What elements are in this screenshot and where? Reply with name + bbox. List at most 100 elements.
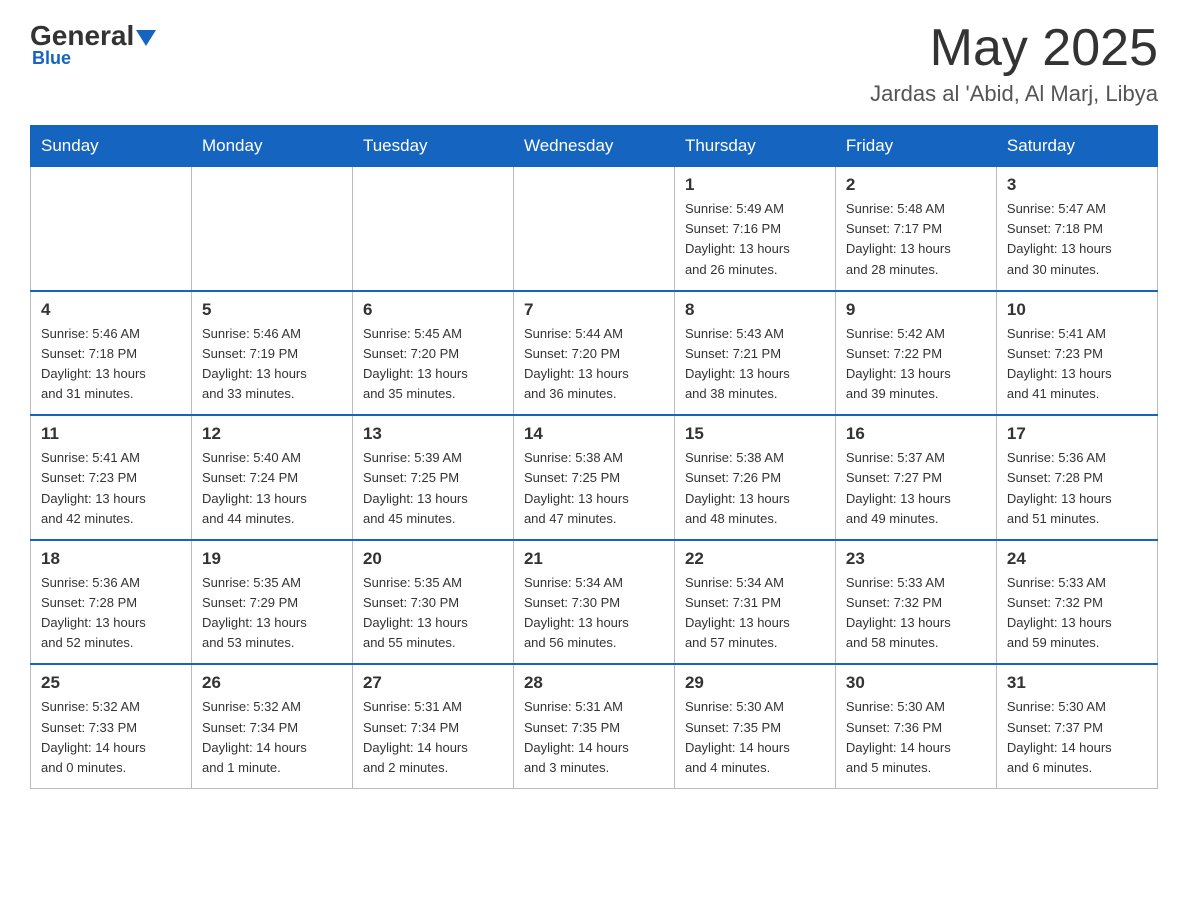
day-info: Sunrise: 5:36 AM Sunset: 7:28 PM Dayligh… [1007, 448, 1147, 529]
calendar-cell: 20 Sunrise: 5:35 AM Sunset: 7:30 PM Dayli… [352, 540, 513, 665]
calendar-cell: 25 Sunrise: 5:32 AM Sunset: 7:33 PM Dayli… [31, 664, 192, 788]
month-title: May 2025 [870, 20, 1158, 77]
day-info: Sunrise: 5:32 AM Sunset: 7:33 PM Dayligh… [41, 697, 181, 778]
day-number: 29 [685, 673, 825, 693]
day-number: 21 [524, 549, 664, 569]
day-info: Sunrise: 5:41 AM Sunset: 7:23 PM Dayligh… [1007, 324, 1147, 405]
calendar-cell [191, 167, 352, 291]
calendar-cell: 27 Sunrise: 5:31 AM Sunset: 7:34 PM Dayli… [352, 664, 513, 788]
day-info: Sunrise: 5:38 AM Sunset: 7:25 PM Dayligh… [524, 448, 664, 529]
calendar-header-row: Sunday Monday Tuesday Wednesday Thursday… [31, 126, 1158, 167]
day-number: 27 [363, 673, 503, 693]
day-info: Sunrise: 5:32 AM Sunset: 7:34 PM Dayligh… [202, 697, 342, 778]
day-info: Sunrise: 5:30 AM Sunset: 7:37 PM Dayligh… [1007, 697, 1147, 778]
day-number: 19 [202, 549, 342, 569]
col-wednesday: Wednesday [513, 126, 674, 167]
calendar-cell: 4 Sunrise: 5:46 AM Sunset: 7:18 PM Daylig… [31, 291, 192, 416]
calendar-cell: 30Sunrise: 5:30 AM Sunset: 7:36 PM Dayli… [835, 664, 996, 788]
calendar-cell: 12 Sunrise: 5:40 AM Sunset: 7:24 PM Dayli… [191, 415, 352, 540]
calendar-week-row: 4 Sunrise: 5:46 AM Sunset: 7:18 PM Daylig… [31, 291, 1158, 416]
day-number: 10 [1007, 300, 1147, 320]
calendar-week-row: 25 Sunrise: 5:32 AM Sunset: 7:33 PM Dayli… [31, 664, 1158, 788]
day-info: Sunrise: 5:45 AM Sunset: 7:20 PM Dayligh… [363, 324, 503, 405]
day-number: 5 [202, 300, 342, 320]
col-thursday: Thursday [674, 126, 835, 167]
location-title: Jardas al 'Abid, Al Marj, Libya [870, 81, 1158, 107]
day-number: 16 [846, 424, 986, 444]
calendar-cell: 21 Sunrise: 5:34 AM Sunset: 7:30 PM Dayli… [513, 540, 674, 665]
day-info: Sunrise: 5:39 AM Sunset: 7:25 PM Dayligh… [363, 448, 503, 529]
day-info: Sunrise: 5:49 AM Sunset: 7:16 PM Dayligh… [685, 199, 825, 280]
calendar-week-row: 1 Sunrise: 5:49 AM Sunset: 7:16 PM Daylig… [31, 167, 1158, 291]
day-info: Sunrise: 5:41 AM Sunset: 7:23 PM Dayligh… [41, 448, 181, 529]
day-number: 18 [41, 549, 181, 569]
day-number: 4 [41, 300, 181, 320]
calendar-table: Sunday Monday Tuesday Wednesday Thursday… [30, 125, 1158, 789]
logo-arrow-icon [136, 30, 156, 46]
calendar-cell: 31Sunrise: 5:30 AM Sunset: 7:37 PM Dayli… [996, 664, 1157, 788]
col-monday: Monday [191, 126, 352, 167]
day-info: Sunrise: 5:35 AM Sunset: 7:30 PM Dayligh… [363, 573, 503, 654]
calendar-cell: 22Sunrise: 5:34 AM Sunset: 7:31 PM Dayli… [674, 540, 835, 665]
day-number: 23 [846, 549, 986, 569]
logo: General Blue [30, 20, 156, 69]
calendar-cell: 16Sunrise: 5:37 AM Sunset: 7:27 PM Dayli… [835, 415, 996, 540]
day-number: 9 [846, 300, 986, 320]
logo-blue-text: Blue [32, 48, 156, 69]
day-number: 8 [685, 300, 825, 320]
day-info: Sunrise: 5:43 AM Sunset: 7:21 PM Dayligh… [685, 324, 825, 405]
calendar-cell: 11 Sunrise: 5:41 AM Sunset: 7:23 PM Dayli… [31, 415, 192, 540]
day-info: Sunrise: 5:31 AM Sunset: 7:35 PM Dayligh… [524, 697, 664, 778]
col-sunday: Sunday [31, 126, 192, 167]
calendar-cell: 26 Sunrise: 5:32 AM Sunset: 7:34 PM Dayli… [191, 664, 352, 788]
day-number: 11 [41, 424, 181, 444]
day-info: Sunrise: 5:44 AM Sunset: 7:20 PM Dayligh… [524, 324, 664, 405]
day-number: 25 [41, 673, 181, 693]
day-number: 12 [202, 424, 342, 444]
day-info: Sunrise: 5:46 AM Sunset: 7:18 PM Dayligh… [41, 324, 181, 405]
day-info: Sunrise: 5:31 AM Sunset: 7:34 PM Dayligh… [363, 697, 503, 778]
page-header: General Blue May 2025 Jardas al 'Abid, A… [30, 20, 1158, 107]
calendar-cell: 9Sunrise: 5:42 AM Sunset: 7:22 PM Daylig… [835, 291, 996, 416]
day-number: 17 [1007, 424, 1147, 444]
calendar-cell [31, 167, 192, 291]
calendar-cell: 24Sunrise: 5:33 AM Sunset: 7:32 PM Dayli… [996, 540, 1157, 665]
calendar-cell: 17 Sunrise: 5:36 AM Sunset: 7:28 PM Dayli… [996, 415, 1157, 540]
day-number: 15 [685, 424, 825, 444]
calendar-cell: 14Sunrise: 5:38 AM Sunset: 7:25 PM Dayli… [513, 415, 674, 540]
col-tuesday: Tuesday [352, 126, 513, 167]
day-info: Sunrise: 5:33 AM Sunset: 7:32 PM Dayligh… [1007, 573, 1147, 654]
calendar-cell: 23 Sunrise: 5:33 AM Sunset: 7:32 PM Dayli… [835, 540, 996, 665]
day-number: 6 [363, 300, 503, 320]
col-saturday: Saturday [996, 126, 1157, 167]
day-info: Sunrise: 5:48 AM Sunset: 7:17 PM Dayligh… [846, 199, 986, 280]
calendar-cell: 19Sunrise: 5:35 AM Sunset: 7:29 PM Dayli… [191, 540, 352, 665]
day-number: 13 [363, 424, 503, 444]
day-info: Sunrise: 5:30 AM Sunset: 7:35 PM Dayligh… [685, 697, 825, 778]
day-info: Sunrise: 5:40 AM Sunset: 7:24 PM Dayligh… [202, 448, 342, 529]
calendar-cell [513, 167, 674, 291]
day-number: 7 [524, 300, 664, 320]
calendar-cell: 1 Sunrise: 5:49 AM Sunset: 7:16 PM Daylig… [674, 167, 835, 291]
day-number: 20 [363, 549, 503, 569]
calendar-cell [352, 167, 513, 291]
calendar-cell: 18Sunrise: 5:36 AM Sunset: 7:28 PM Dayli… [31, 540, 192, 665]
calendar-cell: 7 Sunrise: 5:44 AM Sunset: 7:20 PM Daylig… [513, 291, 674, 416]
day-info: Sunrise: 5:33 AM Sunset: 7:32 PM Dayligh… [846, 573, 986, 654]
day-info: Sunrise: 5:47 AM Sunset: 7:18 PM Dayligh… [1007, 199, 1147, 280]
day-info: Sunrise: 5:38 AM Sunset: 7:26 PM Dayligh… [685, 448, 825, 529]
calendar-week-row: 11 Sunrise: 5:41 AM Sunset: 7:23 PM Dayli… [31, 415, 1158, 540]
day-number: 3 [1007, 175, 1147, 195]
calendar-cell: 8 Sunrise: 5:43 AM Sunset: 7:21 PM Daylig… [674, 291, 835, 416]
day-info: Sunrise: 5:34 AM Sunset: 7:31 PM Dayligh… [685, 573, 825, 654]
day-number: 26 [202, 673, 342, 693]
day-number: 1 [685, 175, 825, 195]
calendar-cell: 3 Sunrise: 5:47 AM Sunset: 7:18 PM Daylig… [996, 167, 1157, 291]
day-info: Sunrise: 5:30 AM Sunset: 7:36 PM Dayligh… [846, 697, 986, 778]
day-info: Sunrise: 5:34 AM Sunset: 7:30 PM Dayligh… [524, 573, 664, 654]
calendar-cell: 6 Sunrise: 5:45 AM Sunset: 7:20 PM Daylig… [352, 291, 513, 416]
calendar-cell: 2Sunrise: 5:48 AM Sunset: 7:17 PM Daylig… [835, 167, 996, 291]
calendar-week-row: 18Sunrise: 5:36 AM Sunset: 7:28 PM Dayli… [31, 540, 1158, 665]
calendar-cell: 28Sunrise: 5:31 AM Sunset: 7:35 PM Dayli… [513, 664, 674, 788]
title-block: May 2025 Jardas al 'Abid, Al Marj, Libya [870, 20, 1158, 107]
